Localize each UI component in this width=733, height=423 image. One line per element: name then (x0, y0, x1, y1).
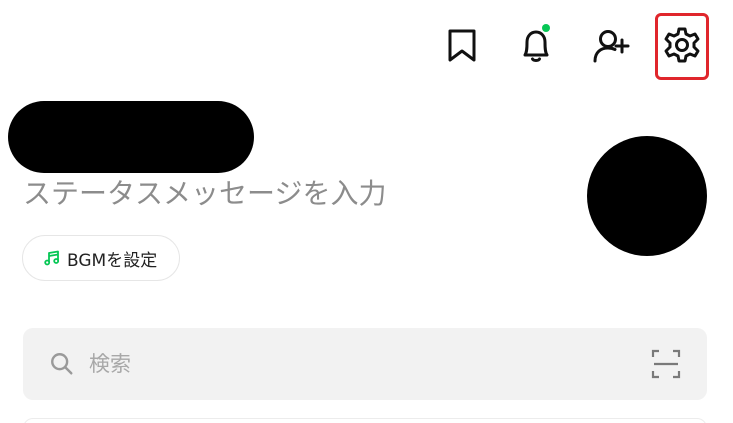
search-input[interactable] (89, 352, 589, 376)
settings-highlight-box (655, 13, 709, 80)
qr-scan-icon[interactable] (651, 349, 681, 379)
redacted-profile-name (8, 101, 254, 173)
avatar[interactable] (587, 136, 707, 256)
bookmark-icon[interactable] (440, 22, 484, 68)
notification-dot (542, 24, 550, 32)
set-bgm-button[interactable]: BGMを設定 (22, 235, 181, 281)
bgm-button-label: BGMを設定 (67, 250, 158, 271)
music-note-icon (43, 249, 61, 267)
profile-home-screen: ステータスメッセージを入力 BGMを設定 (0, 0, 733, 423)
search-icon (49, 350, 77, 378)
add-friend-icon[interactable] (589, 22, 633, 68)
status-message-field[interactable]: ステータスメッセージを入力 (23, 172, 386, 212)
bell-icon[interactable] (514, 22, 558, 68)
list-card-top-edge (23, 418, 707, 423)
search-bar[interactable] (23, 328, 707, 400)
